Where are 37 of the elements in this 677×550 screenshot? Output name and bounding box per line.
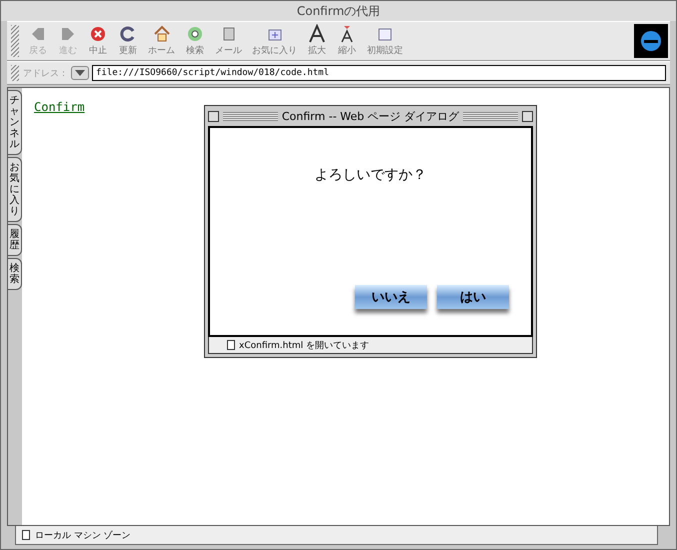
confirm-link[interactable]: Confirm <box>34 100 85 114</box>
document-icon <box>227 340 235 350</box>
dropdown-button[interactable] <box>71 66 89 80</box>
dialog-button[interactable]: はい <box>437 285 509 309</box>
dialog-button[interactable]: いいえ <box>355 285 427 309</box>
collapse-box-icon[interactable] <box>522 110 534 122</box>
toolbar-button[interactable]: ホーム <box>143 22 180 60</box>
dialog-status-text: xConfirm.html を開いています <box>239 340 370 352</box>
toolbar-button[interactable]: 初期設定 <box>362 22 408 60</box>
toolbar-button[interactable]: 縮小 <box>332 22 362 60</box>
side-tab[interactable]: お気に入り <box>8 157 22 222</box>
toolbar-button[interactable]: メール <box>210 22 247 60</box>
dialog-message: よろしいですか？ <box>314 166 426 185</box>
toolbar-button[interactable]: 更新 <box>113 22 143 60</box>
status-text: ローカル マシン ゾーン <box>35 530 131 542</box>
caret-icon <box>75 70 85 76</box>
grip-icon <box>11 25 19 57</box>
dialog-title: Confirm -- Web ページ ダイアログ <box>282 108 460 124</box>
grip-icon <box>11 65 19 81</box>
text-size-icon <box>307 24 327 44</box>
address-field[interactable]: file:///ISO9660/script/window/018/code.html <box>92 65 666 81</box>
document-icon <box>22 530 30 540</box>
home-icon <box>152 24 172 44</box>
search-icon <box>185 24 205 44</box>
toolbar-button[interactable]: 検索 <box>180 22 210 60</box>
title-stripes <box>223 112 278 120</box>
stop-icon <box>88 24 108 44</box>
side-tab[interactable]: 検索 <box>8 258 22 290</box>
toolbar-button[interactable]: 拡大 <box>302 22 332 60</box>
toolbar-button[interactable]: 中止 <box>83 22 113 60</box>
side-tab[interactable]: チャンネル <box>8 90 22 155</box>
close-box-icon[interactable] <box>208 110 219 122</box>
side-tab[interactable]: 履歴 <box>8 224 22 256</box>
window-title: Confirmの代用 <box>1 1 676 21</box>
address-label: アドレス： <box>23 68 68 80</box>
title-stripes <box>463 112 518 120</box>
toolbar-button[interactable]: お気に入り <box>247 22 302 60</box>
